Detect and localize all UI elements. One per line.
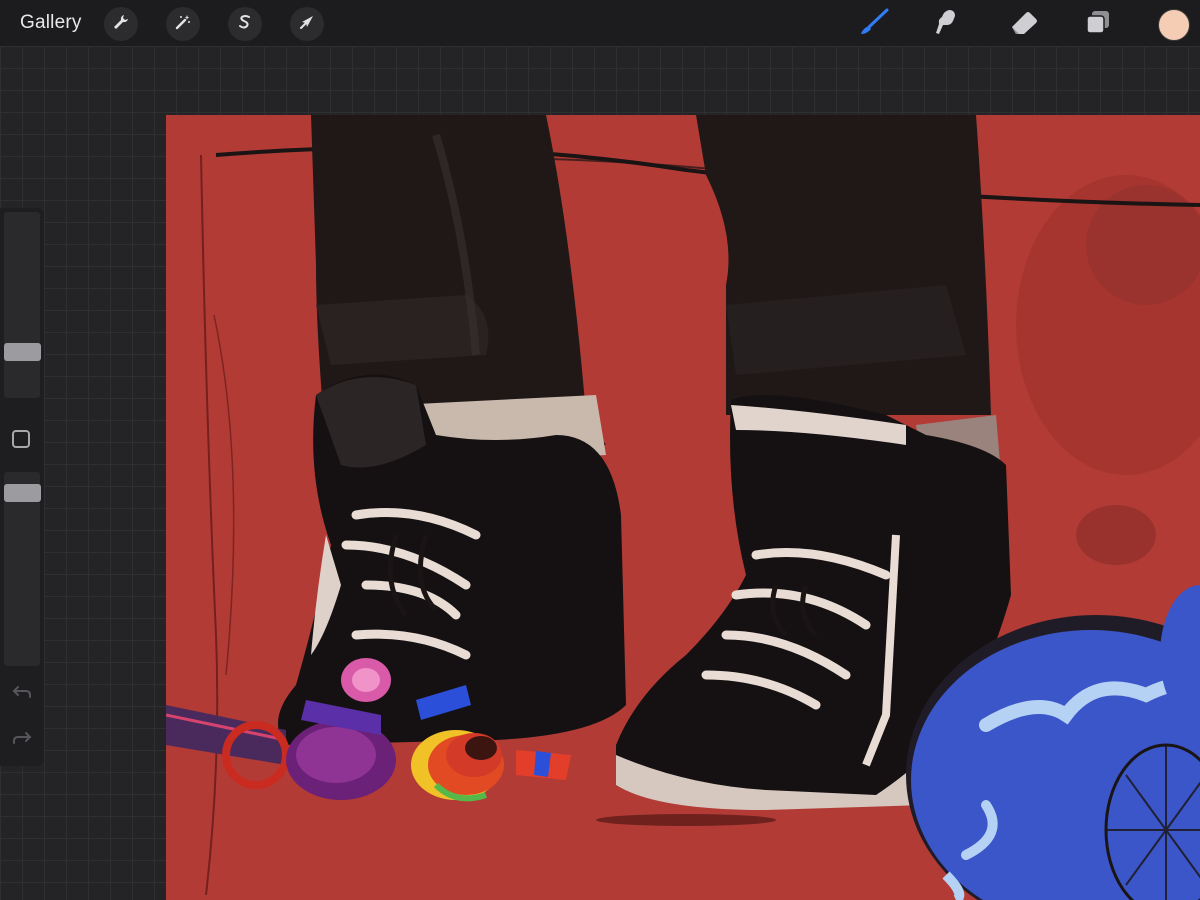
selection-s-icon bbox=[236, 13, 254, 36]
brush-size-slider[interactable] bbox=[4, 212, 40, 398]
redo-button[interactable] bbox=[10, 728, 34, 752]
color-picker-swatch[interactable] bbox=[1158, 9, 1190, 41]
top-toolbar: Gallery bbox=[0, 0, 1200, 46]
redo-arrow-icon bbox=[12, 730, 32, 751]
selection-button[interactable] bbox=[228, 7, 262, 41]
undo-button[interactable] bbox=[10, 682, 34, 706]
smudge-tool[interactable] bbox=[928, 6, 964, 42]
magic-wand-icon bbox=[174, 13, 192, 36]
arrow-cursor-icon bbox=[298, 13, 316, 36]
brush-size-thumb[interactable] bbox=[4, 343, 41, 362]
drawing-canvas[interactable] bbox=[166, 115, 1200, 900]
transform-button[interactable] bbox=[290, 7, 324, 41]
modify-button[interactable] bbox=[12, 430, 30, 448]
layers-tool[interactable] bbox=[1080, 6, 1116, 42]
smudge-finger-icon bbox=[931, 7, 961, 42]
layers-icon bbox=[1083, 7, 1113, 42]
artwork bbox=[166, 115, 1200, 900]
gallery-button[interactable]: Gallery bbox=[20, 12, 82, 34]
undo-arrow-icon bbox=[12, 684, 32, 705]
opacity-thumb[interactable] bbox=[4, 484, 41, 503]
eraser-tool[interactable] bbox=[1006, 6, 1042, 42]
brush-icon bbox=[857, 7, 891, 42]
wrench-icon bbox=[112, 13, 130, 36]
adjustments-button[interactable] bbox=[166, 7, 200, 41]
left-sidebar bbox=[0, 208, 44, 766]
brush-tool[interactable] bbox=[856, 6, 892, 42]
actions-button[interactable] bbox=[104, 7, 138, 41]
eraser-icon bbox=[1008, 8, 1040, 41]
